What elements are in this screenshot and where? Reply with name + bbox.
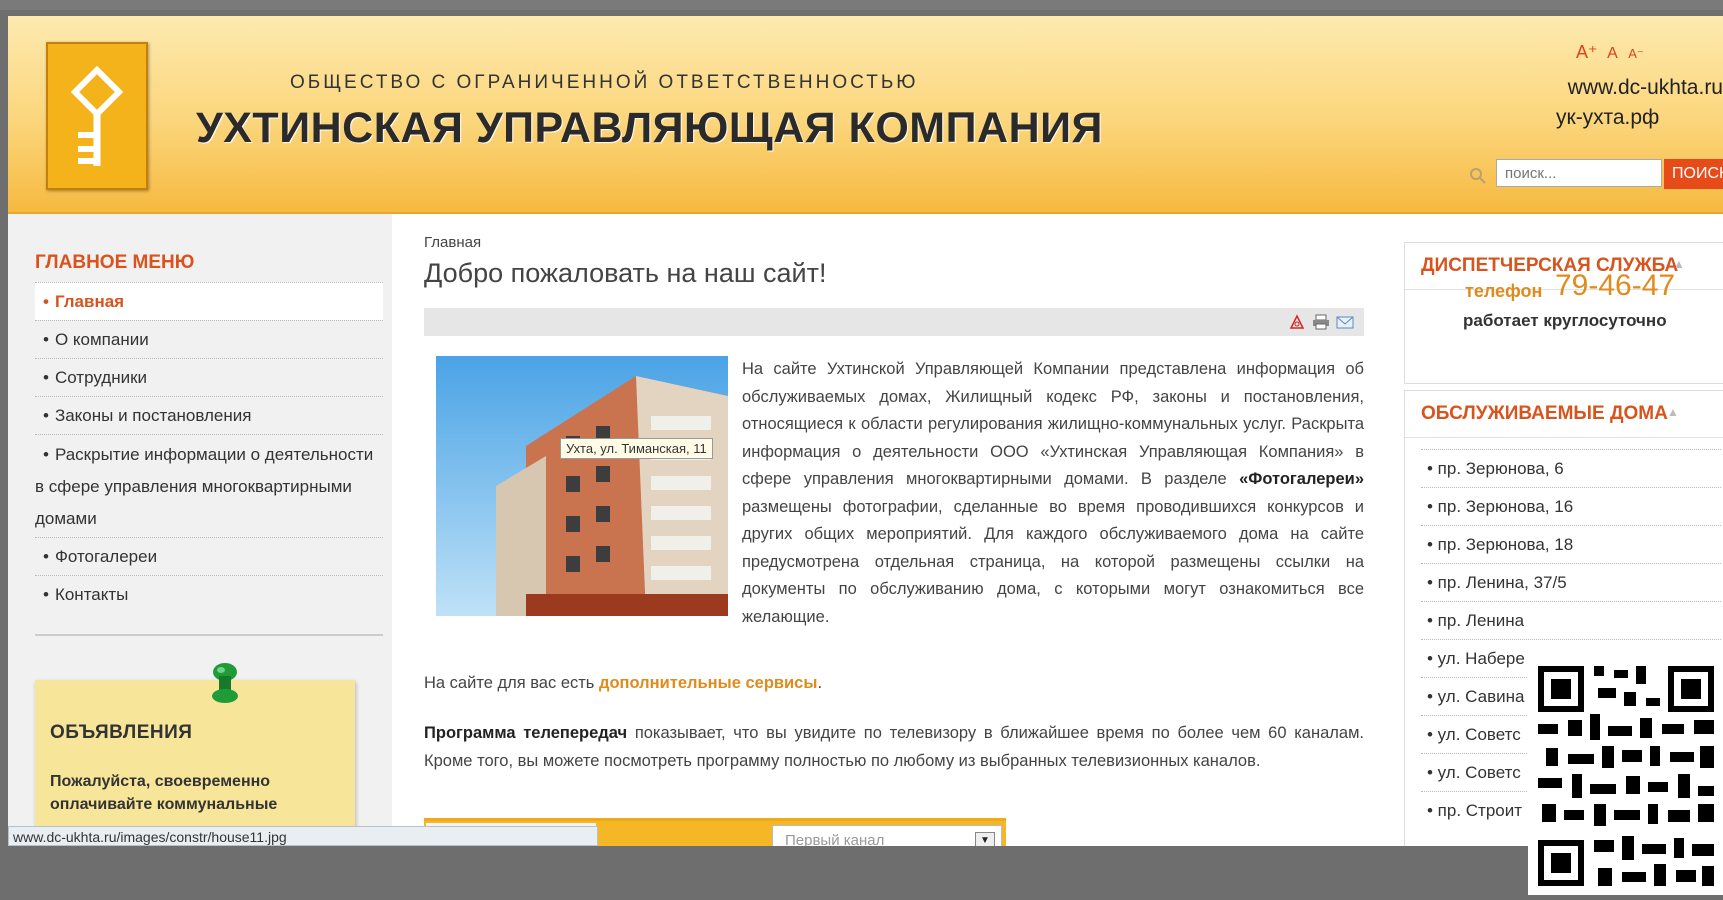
search-input[interactable] <box>1496 159 1662 187</box>
pdf-icon[interactable] <box>1288 314 1306 330</box>
menu-item-home[interactable]: • Главная <box>35 282 383 320</box>
menu-item-about[interactable]: • О компании <box>35 320 383 358</box>
page-title: Добро пожаловать на наш сайт! <box>424 258 827 288</box>
house-item[interactable]: • пр. Зерюнова, 16 <box>1421 487 1721 525</box>
menu-item-disclosure[interactable]: • Раскрытие информации о деятельности в с… <box>35 434 383 537</box>
site-url-rf: ук-ухта.рф <box>1556 106 1660 129</box>
house-photo[interactable] <box>436 356 728 616</box>
photo-tooltip: Ухта, ул. Тиманская, 11 <box>560 438 713 459</box>
company-subtitle: ОБЩЕСТВО С ОГРАНИЧЕННОЙ ОТВЕТСТВЕННОСТЬЮ <box>290 72 919 93</box>
phone-label: телефон <box>1465 281 1543 301</box>
font-increase-button[interactable]: A⁺ <box>1576 42 1598 62</box>
site-url: www.dc-ukhta.ru <box>1567 76 1723 99</box>
announcements-text: Пожалуйста, своевременно оплачивайте ком… <box>50 773 278 813</box>
company-name: УХТИНСКАЯ УПРАВЛЯЮЩАЯ КОМПАНИЯ <box>196 104 1103 152</box>
services-link[interactable]: дополнительные сервисы <box>599 674 817 692</box>
email-icon[interactable] <box>1336 314 1354 330</box>
menu-item-gallery[interactable]: • Фотогалереи <box>35 537 383 575</box>
left-sidebar: ГЛАВНОЕ МЕНЮ • Главная • О компании • Сотру… <box>8 214 392 846</box>
menu-divider <box>35 634 383 636</box>
menu-item-laws[interactable]: • Законы и постановления <box>35 396 383 434</box>
search-button[interactable]: ПОИСК <box>1664 159 1723 189</box>
houses-title: ОБСЛУЖИВАЕМЫЕ ДОМА <box>1421 403 1668 424</box>
font-reset-button[interactable]: A <box>1607 45 1618 62</box>
menu-item-contacts[interactable]: • Контакты <box>35 575 383 613</box>
print-icon[interactable] <box>1312 314 1330 330</box>
browser-page: ОБЩЕСТВО С ОГРАНИЧЕННОЙ ОТВЕТСТВЕННОСТЬЮ… <box>8 16 1723 846</box>
tv-paragraph: Программа телепередач показывает, что вы… <box>424 724 1365 770</box>
house-item[interactable]: • пр. Зерюнова, 18 <box>1421 525 1721 563</box>
qr-code <box>1528 654 1723 895</box>
chevron-down-icon[interactable]: ▼ <box>975 832 995 846</box>
house-item[interactable]: • пр. Ленина <box>1421 601 1721 639</box>
main-menu-title: ГЛАВНОЕ МЕНЮ <box>35 252 195 273</box>
phone-note: работает круглосуточно <box>1463 311 1667 330</box>
browser-status-bar: www.dc-ukhta.ru/images/constr/house11.jp… <box>8 826 598 846</box>
article-toolbar <box>424 308 1364 336</box>
breadcrumb[interactable]: Главная <box>424 234 481 251</box>
font-decrease-button[interactable]: A⁻ <box>1628 46 1644 61</box>
announcements-title: ОБЪЯВЛЕНИЯ <box>50 722 193 743</box>
house-item[interactable]: • пр. Зерюнова, 6 <box>1421 449 1721 487</box>
announcements-note: ОБЪЯВЛЕНИЯ Пожалуйста, своевременно опла… <box>35 663 355 846</box>
phone-number[interactable]: 79-46-47 <box>1555 269 1675 303</box>
collapse-icon[interactable]: ▲ <box>1667 405 1679 419</box>
key-logo-icon[interactable] <box>46 42 148 190</box>
font-size-controls: A⁺ A A⁻ <box>1576 42 1650 63</box>
services-paragraph: На сайте для вас есть дополнительные сер… <box>424 674 823 692</box>
slide-top-strip <box>0 0 1723 10</box>
tv-channel-select[interactable]: Первый канал ▼ <box>772 825 1002 846</box>
pushpin-icon <box>211 662 239 710</box>
main-menu: • Главная • О компании • Сотрудники • Законы… <box>35 282 383 613</box>
search-icon <box>1468 166 1488 186</box>
house-item[interactable]: • пр. Ленина, 37/5 <box>1421 563 1721 601</box>
site-header: ОБЩЕСТВО С ОГРАНИЧЕННОЙ ОТВЕТСТВЕННОСТЬЮ… <box>8 16 1723 214</box>
menu-item-staff[interactable]: • Сотрудники <box>35 358 383 396</box>
dispatch-box: ДИСПЕТЧЕРСКАЯ СЛУЖБА ▲ телефон 79-46-47 … <box>1404 242 1723 384</box>
